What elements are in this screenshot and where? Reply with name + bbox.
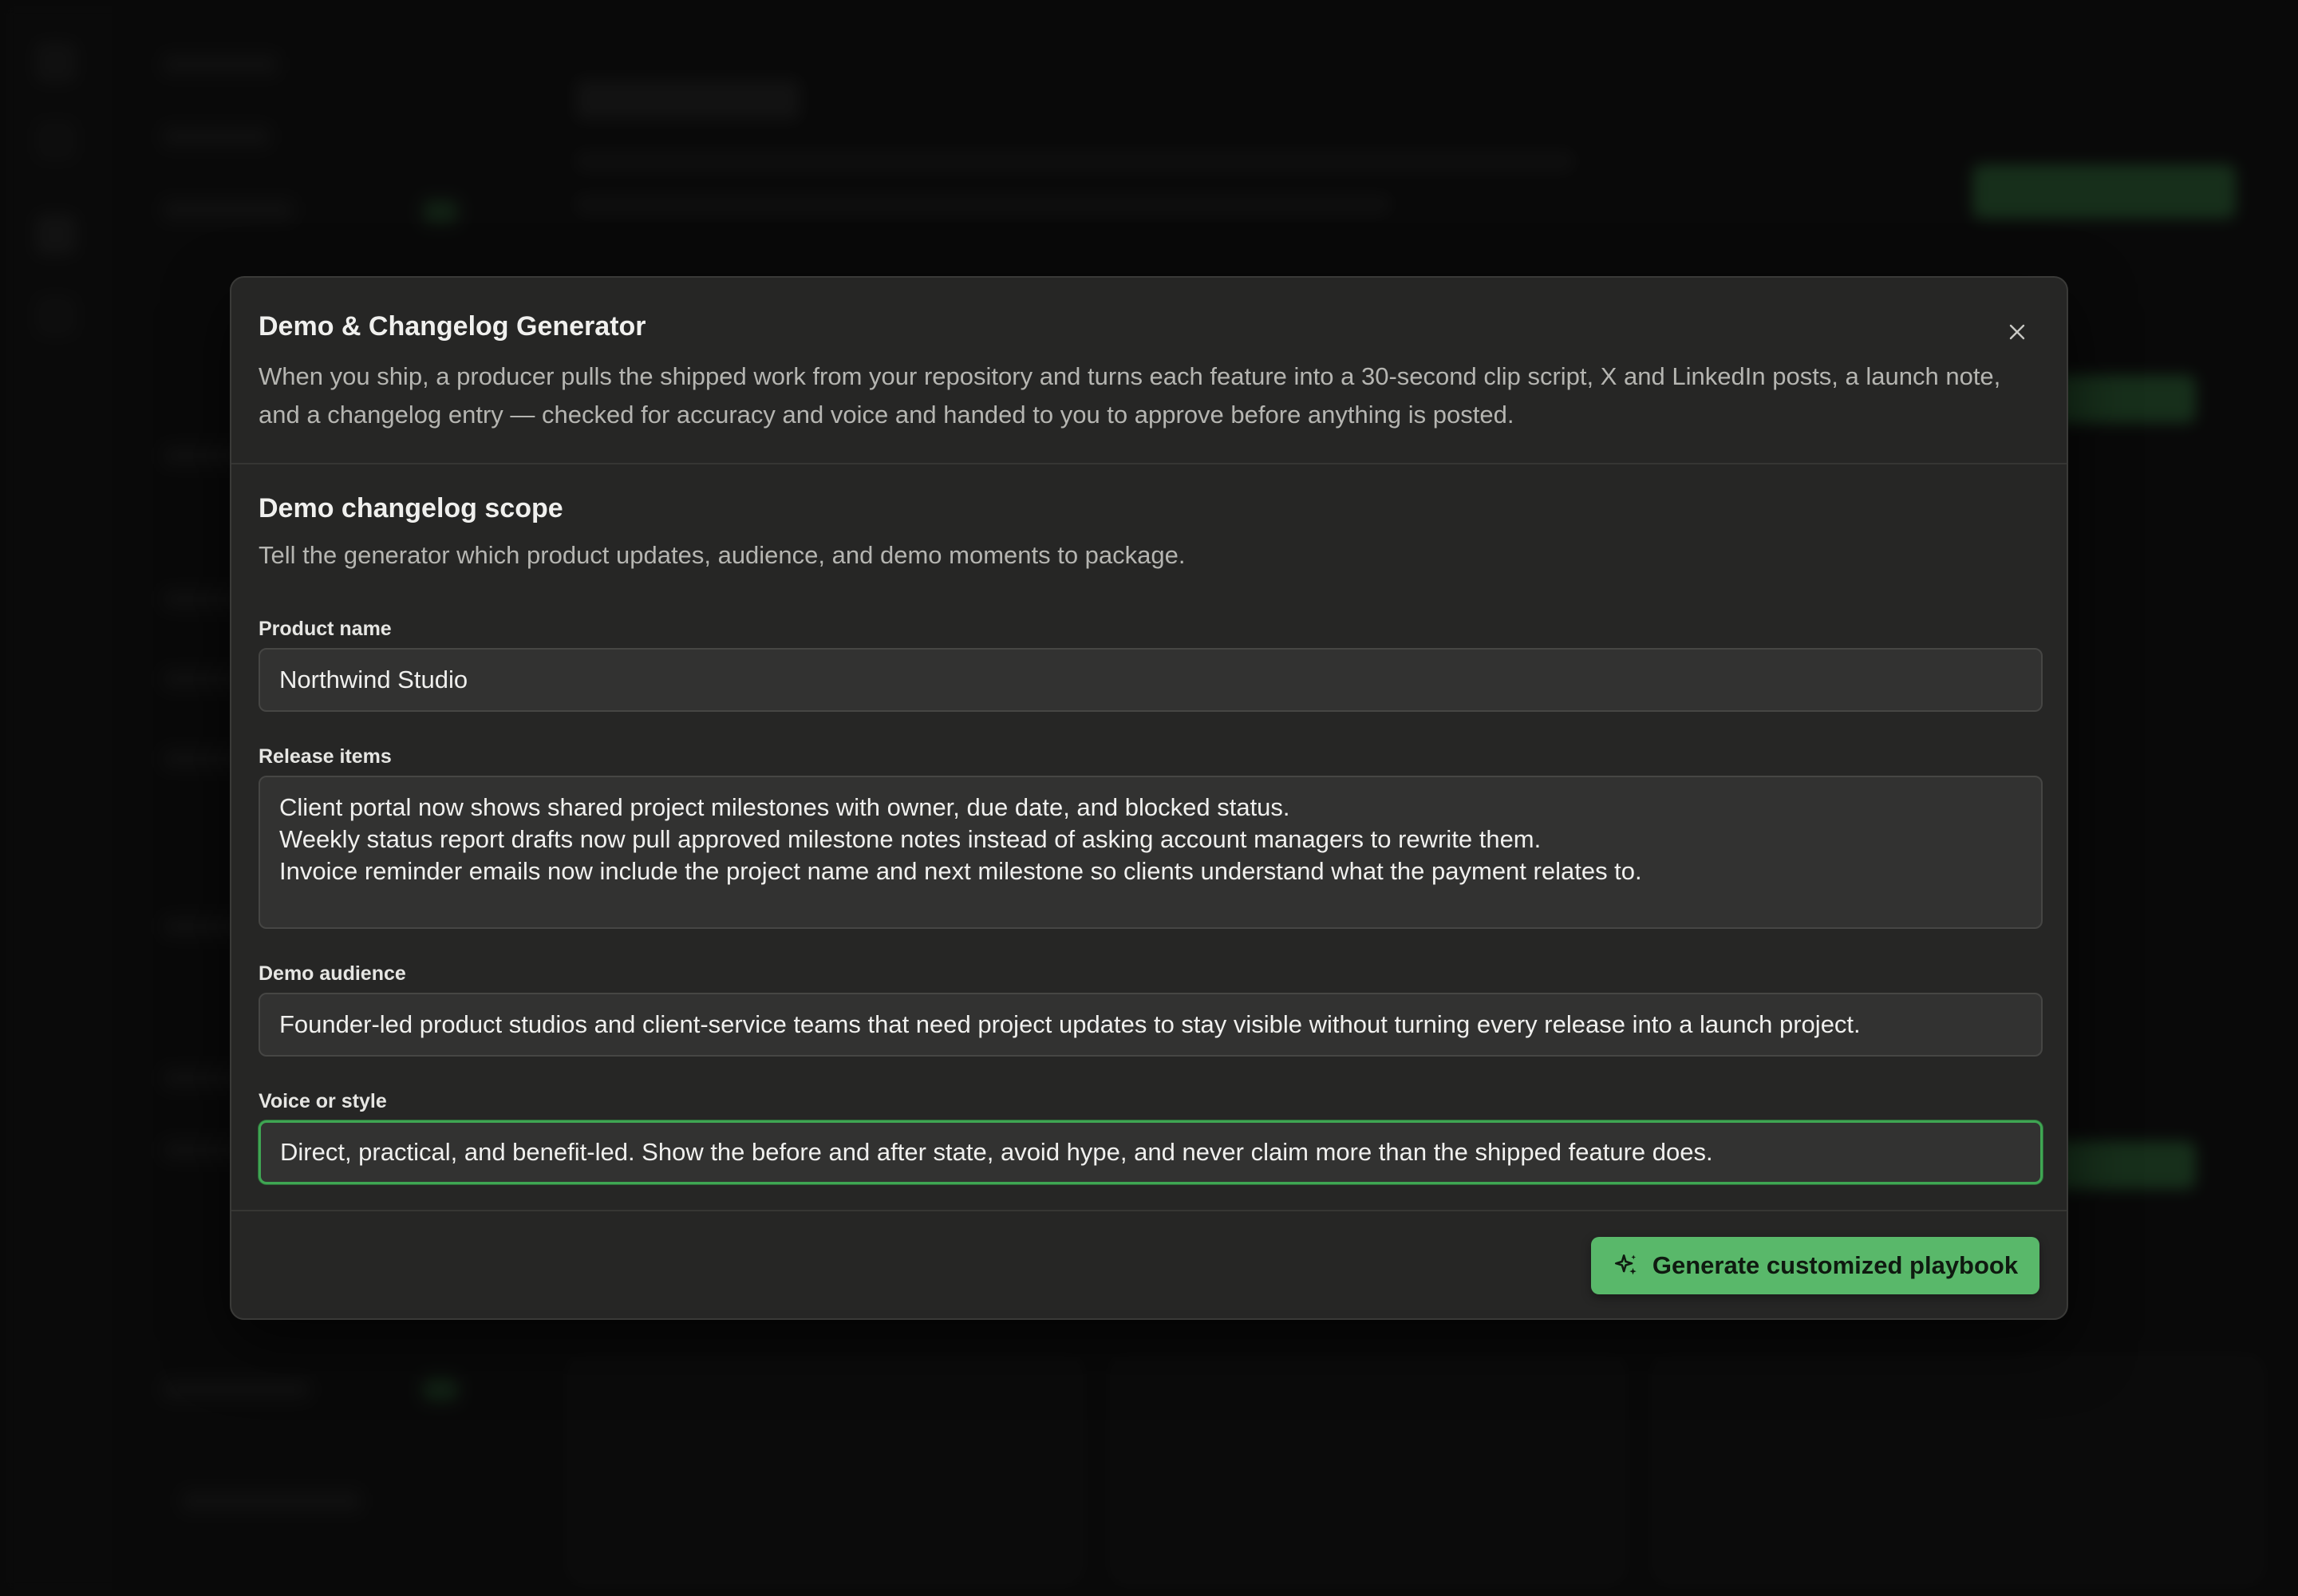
- close-button[interactable]: [2000, 314, 2035, 350]
- release-items-label: Release items: [259, 745, 392, 768]
- generate-playbook-button[interactable]: Generate customized playbook: [1591, 1237, 2039, 1294]
- demo-audience-input[interactable]: [259, 993, 2043, 1057]
- close-icon: [2009, 324, 2025, 340]
- section-subtitle: Tell the generator which product updates…: [259, 541, 1186, 569]
- generate-playbook-label: Generate customized playbook: [1652, 1251, 2019, 1279]
- modal-title: Demo & Changelog Generator: [259, 311, 646, 342]
- voice-style-input[interactable]: [259, 1120, 2043, 1184]
- modal-description: When you ship, a producer pulls the ship…: [259, 362, 2001, 429]
- modal-footer: [231, 1210, 2067, 1211]
- product-name-label: Product name: [259, 618, 392, 640]
- sparkles-icon: [1614, 1254, 1637, 1275]
- voice-style-label: Voice or style: [259, 1090, 387, 1112]
- section-title: Demo changelog scope: [259, 493, 563, 523]
- generator-modal: Demo & Changelog Generator When you ship…: [230, 276, 2068, 1320]
- release-items-textarea[interactable]: Client portal now shows shared project m…: [259, 776, 2043, 929]
- demo-audience-label: Demo audience: [259, 962, 406, 985]
- modal-header: Demo & Changelog Generator When you ship…: [231, 278, 2067, 464]
- product-name-input[interactable]: [259, 648, 2043, 712]
